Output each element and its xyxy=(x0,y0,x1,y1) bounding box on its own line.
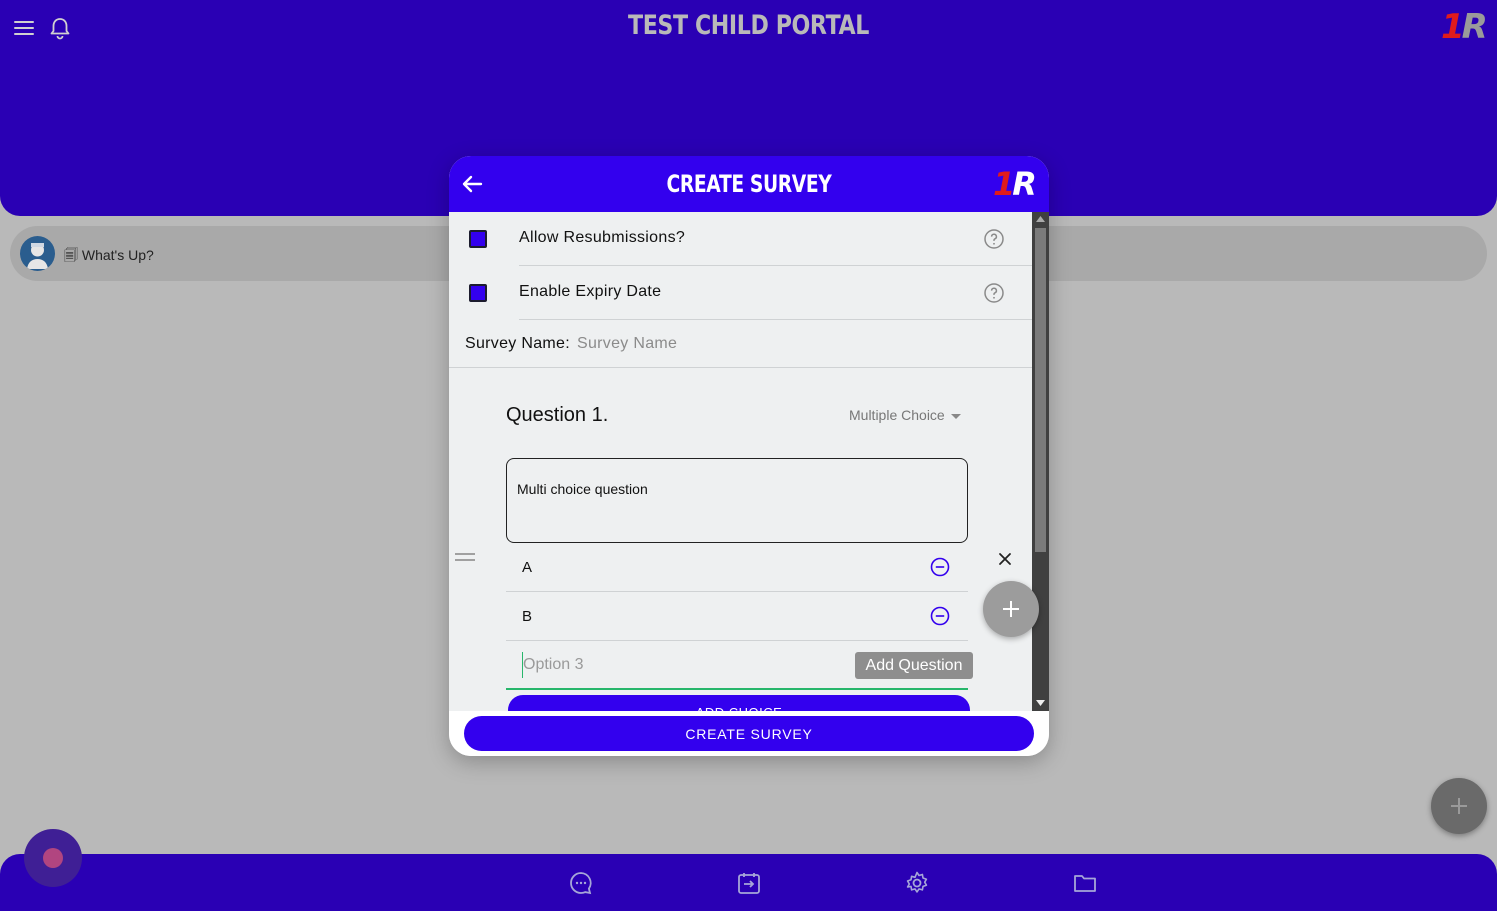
background-add-button[interactable] xyxy=(1431,778,1487,834)
add-question-tooltip: Add Question xyxy=(855,652,973,679)
chat-widget-button[interactable] xyxy=(24,829,82,887)
arrow-left-icon[interactable] xyxy=(459,171,485,197)
create-survey-modal: CREATE SURVEY 1R Allow Resubmissions? En… xyxy=(449,156,1049,756)
allow-resubmissions-label: Allow Resubmissions? xyxy=(519,229,686,246)
question-type-value: Multiple Choice xyxy=(849,407,945,423)
allow-resubmissions-row[interactable]: Allow Resubmissions? xyxy=(449,212,1032,266)
choice-text[interactable]: B xyxy=(522,608,532,625)
scroll-up-icon[interactable] xyxy=(1036,216,1045,222)
choice-row: A xyxy=(506,543,968,592)
settings-icon[interactable] xyxy=(904,870,930,896)
nurse-avatar-icon xyxy=(20,236,55,271)
minus-circle-icon[interactable] xyxy=(929,605,951,627)
bell-icon[interactable] xyxy=(46,14,74,42)
choice-text[interactable]: A xyxy=(522,559,532,576)
bottom-nav xyxy=(0,854,1497,911)
chat-widget-dot xyxy=(43,848,63,868)
minus-circle-icon[interactable] xyxy=(929,556,951,578)
modal-footer: CREATE SURVEY xyxy=(449,711,1049,756)
calendar-import-icon[interactable] xyxy=(736,870,762,896)
question-circle-icon[interactable] xyxy=(983,282,1005,304)
plus-icon xyxy=(1003,601,1019,617)
survey-name-label: Survey Name: xyxy=(465,335,570,352)
drag-handle-icon[interactable] xyxy=(455,553,475,561)
portal-title: TEST CHILD PORTAL xyxy=(628,10,869,41)
folder-icon[interactable] xyxy=(1072,870,1098,896)
survey-name-input[interactable] xyxy=(577,330,997,358)
close-icon[interactable] xyxy=(994,548,1016,570)
plus-icon xyxy=(1451,798,1467,814)
choice-row: B xyxy=(506,592,968,641)
hamburger-menu-icon[interactable] xyxy=(10,14,38,42)
question-text-field[interactable]: Multi choice question xyxy=(506,458,968,543)
survey-name-row: Survey Name: xyxy=(449,320,1032,368)
create-survey-button[interactable]: CREATE SURVEY xyxy=(464,716,1034,751)
question-type-select[interactable]: Multiple Choice xyxy=(849,407,961,423)
scrollbar-thumb[interactable] xyxy=(1035,228,1046,552)
modal-brand-logo: 1R xyxy=(993,165,1037,203)
question-title: Question 1. xyxy=(506,404,609,426)
add-question-button[interactable] xyxy=(983,581,1039,637)
new-option-input[interactable] xyxy=(522,652,822,678)
status-text: 🗐 What's Up? xyxy=(64,247,154,263)
add-choice-button[interactable]: ADD CHOICE xyxy=(508,695,970,711)
enable-expiry-checkbox[interactable] xyxy=(469,284,487,302)
caret-down-icon xyxy=(950,413,961,419)
modal-body: Allow Resubmissions? Enable Expiry Date … xyxy=(449,212,1032,711)
chat-icon[interactable] xyxy=(568,870,594,896)
modal-header: CREATE SURVEY 1R xyxy=(449,156,1049,212)
allow-resubmissions-checkbox[interactable] xyxy=(469,230,487,248)
scroll-down-icon[interactable] xyxy=(1036,700,1045,706)
modal-title: CREATE SURVEY xyxy=(666,170,832,198)
enable-expiry-label: Enable Expiry Date xyxy=(519,283,662,300)
brand-logo: 1R xyxy=(1441,7,1488,47)
enable-expiry-row[interactable]: Enable Expiry Date xyxy=(449,266,1032,320)
question-circle-icon[interactable] xyxy=(983,228,1005,250)
